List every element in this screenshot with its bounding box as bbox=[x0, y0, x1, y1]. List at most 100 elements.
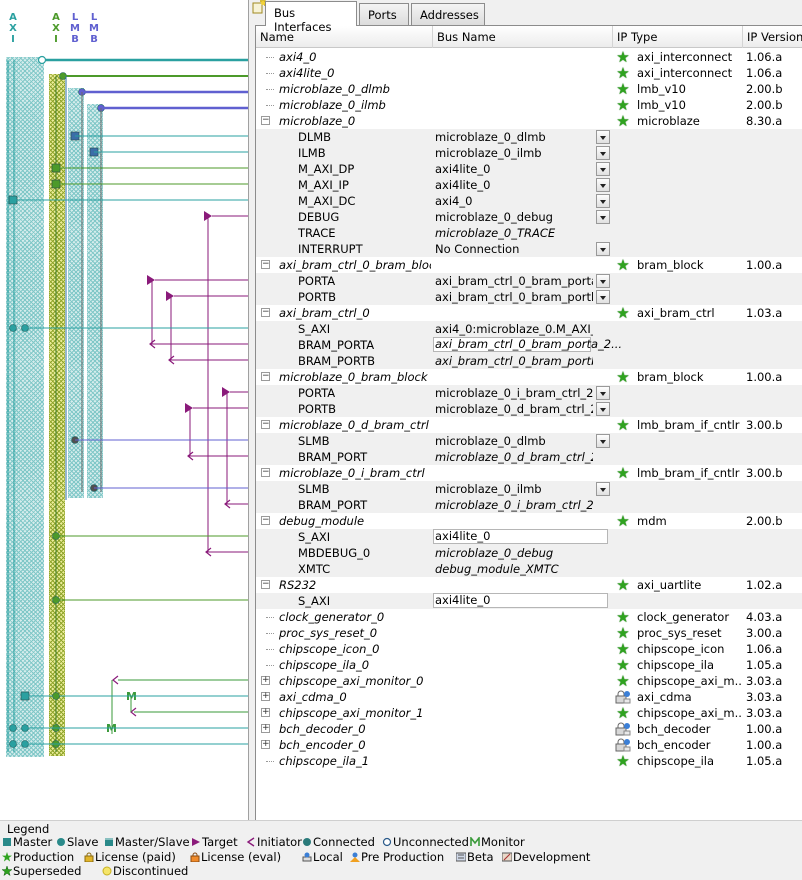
collapse-icon[interactable]: − bbox=[261, 468, 270, 477]
bus-dropdown-button[interactable] bbox=[596, 194, 610, 208]
expand-icon[interactable]: + bbox=[261, 676, 270, 685]
bus-dropdown-button[interactable] bbox=[596, 130, 610, 144]
ip-instance-row[interactable]: − debug_module ★ mdm 2.00.b bbox=[256, 513, 802, 529]
bus-interface-row[interactable]: DEBUG microblaze_0_debug bbox=[256, 209, 802, 225]
bus-name-value[interactable]: microblaze_0_TRACE bbox=[435, 225, 593, 241]
bus-interface-row[interactable]: INTERRUPT No Connection bbox=[256, 241, 802, 257]
bus-interface-row[interactable]: M_AXI_IP axi4lite_0 bbox=[256, 177, 802, 193]
configure-icon[interactable] bbox=[252, 0, 266, 14]
bus-dropdown-button[interactable] bbox=[596, 386, 610, 400]
bus-name-field[interactable]: axi4lite_0 bbox=[433, 593, 608, 608]
bus-interface-row[interactable]: S_AXI axi4_0:microblaze_0.M_AXI_DC... bbox=[256, 321, 802, 337]
bus-name-value[interactable]: microblaze_0_debug bbox=[435, 545, 593, 561]
bus-name-value[interactable]: microblaze_0_dlmb bbox=[435, 433, 593, 449]
column-header-bus-name[interactable]: Bus Name bbox=[433, 26, 613, 48]
ip-instance-row[interactable]: microblaze_0_dlmb ★ lmb_v10 2.00.b bbox=[256, 81, 802, 97]
ip-instance-row[interactable]: + chipscope_axi_monitor_1 ★ chipscope_axi_m… bbox=[256, 705, 802, 721]
ip-instance-row[interactable]: + axi_cdma_0 axi_cdma 3.03.a bbox=[256, 689, 802, 705]
ip-instance-row[interactable]: + bch_encoder_0 bch_encoder 1.00.a bbox=[256, 737, 802, 753]
bus-dropdown-button[interactable] bbox=[596, 402, 610, 416]
expand-icon[interactable]: + bbox=[261, 724, 270, 733]
expand-icon[interactable]: + bbox=[261, 740, 270, 749]
column-header-ip-type[interactable]: IP Type bbox=[613, 26, 743, 48]
bus-interface-row[interactable]: M_AXI_DP axi4lite_0 bbox=[256, 161, 802, 177]
bus-interface-row[interactable]: PORTB axi_bram_ctrl_0_bram_portb... bbox=[256, 289, 802, 305]
bus-name-value[interactable]: microblaze_0_dlmb bbox=[435, 129, 593, 145]
ip-instance-row[interactable]: + chipscope_axi_monitor_0 ★ chipscope_axi_m… bbox=[256, 673, 802, 689]
tab-addresses[interactable]: Addresses bbox=[411, 3, 485, 25]
bus-interfaces-table[interactable]: Name Bus Name IP Type IP Version axi4_0 ★… bbox=[255, 25, 802, 820]
bus-name-value[interactable]: axi_bram_ctrl_0_bram_portb... bbox=[435, 289, 593, 305]
bus-interface-row[interactable]: TRACE microblaze_0_TRACE bbox=[256, 225, 802, 241]
bus-interface-row[interactable]: PORTB microblaze_0_d_bram_ctrl_2... bbox=[256, 401, 802, 417]
bus-interface-row[interactable]: SLMB microblaze_0_dlmb bbox=[256, 433, 802, 449]
bus-name-value[interactable]: microblaze_0_i_bram_ctrl_2_mi... bbox=[435, 497, 593, 513]
bus-name-field[interactable]: axi_bram_ctrl_0_bram_porta_2... bbox=[433, 337, 622, 352]
tab-bus-interfaces[interactable]: Bus Interfaces bbox=[265, 1, 357, 34]
bus-interface-row[interactable]: S_AXI axi4lite_0 bbox=[256, 529, 802, 545]
collapse-icon[interactable]: − bbox=[261, 116, 270, 125]
bus-name-value[interactable]: microblaze_0_ilmb bbox=[435, 481, 593, 497]
bus-name-value[interactable]: axi_bram_ctrl_0_bram_porta... bbox=[435, 273, 593, 289]
bus-name-value[interactable]: microblaze_0_i_bram_ctrl_2... bbox=[435, 385, 593, 401]
bus-interface-row[interactable]: SLMB microblaze_0_ilmb bbox=[256, 481, 802, 497]
collapse-icon[interactable]: − bbox=[261, 420, 270, 429]
ip-instance-row[interactable]: − axi_bram_ctrl_0_bram_block ★ bram_block 1.… bbox=[256, 257, 802, 273]
expand-icon[interactable]: + bbox=[261, 708, 270, 717]
bus-interface-row[interactable]: BRAM_PORT microblaze_0_i_bram_ctrl_2_mi..… bbox=[256, 497, 802, 513]
ip-instance-row[interactable]: axi4lite_0 ★ axi_interconnect 1.06.a bbox=[256, 65, 802, 81]
ip-instance-row[interactable]: − microblaze_0_bram_block ★ bram_block 1.00.… bbox=[256, 369, 802, 385]
ip-instance-row[interactable]: − microblaze_0_d_bram_ctrl ★ lmb_bram_if_cn… bbox=[256, 417, 802, 433]
ip-instance-row[interactable]: − axi_bram_ctrl_0 ★ axi_bram_ctrl 1.03.a bbox=[256, 305, 802, 321]
bus-connectivity-panel[interactable]: AXIAXILMBLMB MM bbox=[0, 0, 249, 820]
bus-interface-row[interactable]: M_AXI_DC axi4_0 bbox=[256, 193, 802, 209]
collapse-icon[interactable]: − bbox=[261, 372, 270, 381]
collapse-icon[interactable]: − bbox=[261, 580, 270, 589]
bus-name-value[interactable]: debug_module_XMTC bbox=[435, 561, 593, 577]
bus-interface-row[interactable]: BRAM_PORTB axi_bram_ctrl_0_bram_portb_2..… bbox=[256, 353, 802, 369]
bus-name-value[interactable]: microblaze_0_ilmb bbox=[435, 145, 593, 161]
bus-name-value[interactable]: axi4lite_0 bbox=[435, 161, 593, 177]
bus-interface-row[interactable]: BRAM_PORTA axi_bram_ctrl_0_bram_porta_2..… bbox=[256, 337, 802, 353]
bus-name-value[interactable]: microblaze_0_d_bram_ctrl_2_m... bbox=[435, 449, 593, 465]
bus-interface-row[interactable]: BRAM_PORT microblaze_0_d_bram_ctrl_2_m... bbox=[256, 449, 802, 465]
bus-dropdown-button[interactable] bbox=[596, 434, 610, 448]
column-header-ip-version[interactable]: IP Version bbox=[743, 26, 802, 48]
ip-instance-row[interactable]: microblaze_0_ilmb ★ lmb_v10 2.00.b bbox=[256, 97, 802, 113]
bus-dropdown-button[interactable] bbox=[596, 242, 610, 256]
bus-dropdown-button[interactable] bbox=[596, 146, 610, 160]
bus-interface-row[interactable]: PORTA microblaze_0_i_bram_ctrl_2... bbox=[256, 385, 802, 401]
collapse-icon[interactable]: − bbox=[261, 308, 270, 317]
bus-dropdown-button[interactable] bbox=[596, 290, 610, 304]
collapse-icon[interactable]: − bbox=[261, 516, 270, 525]
bus-interface-row[interactable]: PORTA axi_bram_ctrl_0_bram_porta... bbox=[256, 273, 802, 289]
bus-name-value[interactable]: microblaze_0_d_bram_ctrl_2... bbox=[435, 401, 593, 417]
bus-name-value[interactable]: axi4_0:microblaze_0.M_AXI_DC... bbox=[435, 321, 593, 337]
tab-ports[interactable]: Ports bbox=[359, 3, 409, 25]
ip-instance-row[interactable]: chipscope_ila_0 ★ chipscope_ila 1.05.a bbox=[256, 657, 802, 673]
bus-interface-row[interactable]: S_AXI axi4lite_0 bbox=[256, 593, 802, 609]
ip-instance-row[interactable]: clock_generator_0 ★ clock_generator 4.03.a bbox=[256, 609, 802, 625]
bus-dropdown-button[interactable] bbox=[596, 210, 610, 224]
ip-instance-row[interactable]: chipscope_ila_1 ★ chipscope_ila 1.05.a bbox=[256, 753, 802, 769]
ip-instance-row[interactable]: proc_sys_reset_0 ★ proc_sys_reset 3.00.a bbox=[256, 625, 802, 641]
bus-dropdown-button[interactable] bbox=[596, 274, 610, 288]
bus-name-value[interactable]: axi_bram_ctrl_0_bram_portb_2... bbox=[435, 353, 593, 369]
ip-instance-row[interactable]: − microblaze_0 ★ microblaze 8.30.a bbox=[256, 113, 802, 129]
bus-interface-row[interactable]: MBDEBUG_0 microblaze_0_debug bbox=[256, 545, 802, 561]
bus-name-field[interactable]: axi4lite_0 bbox=[433, 529, 608, 544]
collapse-icon[interactable]: − bbox=[261, 260, 270, 269]
ip-instance-row[interactable]: axi4_0 ★ axi_interconnect 1.06.a bbox=[256, 49, 802, 65]
ip-instance-row[interactable]: + bch_decoder_0 bch_decoder 1.00.a bbox=[256, 721, 802, 737]
bus-name-value[interactable]: microblaze_0_debug bbox=[435, 209, 593, 225]
bus-interface-row[interactable]: DLMB microblaze_0_dlmb bbox=[256, 129, 802, 145]
bus-name-value[interactable]: axi4_0 bbox=[435, 193, 593, 209]
bus-dropdown-button[interactable] bbox=[596, 162, 610, 176]
bus-interface-row[interactable]: XMTC debug_module_XMTC bbox=[256, 561, 802, 577]
ip-instance-row[interactable]: − RS232 ★ axi_uartlite 1.02.a bbox=[256, 577, 802, 593]
bus-dropdown-button[interactable] bbox=[596, 482, 610, 496]
ip-instance-row[interactable]: − microblaze_0_i_bram_ctrl ★ lmb_bram_if_cn… bbox=[256, 465, 802, 481]
expand-icon[interactable]: + bbox=[261, 692, 270, 701]
ip-instance-row[interactable]: chipscope_icon_0 ★ chipscope_icon 1.06.a bbox=[256, 641, 802, 657]
bus-name-value[interactable]: axi4lite_0 bbox=[435, 177, 593, 193]
